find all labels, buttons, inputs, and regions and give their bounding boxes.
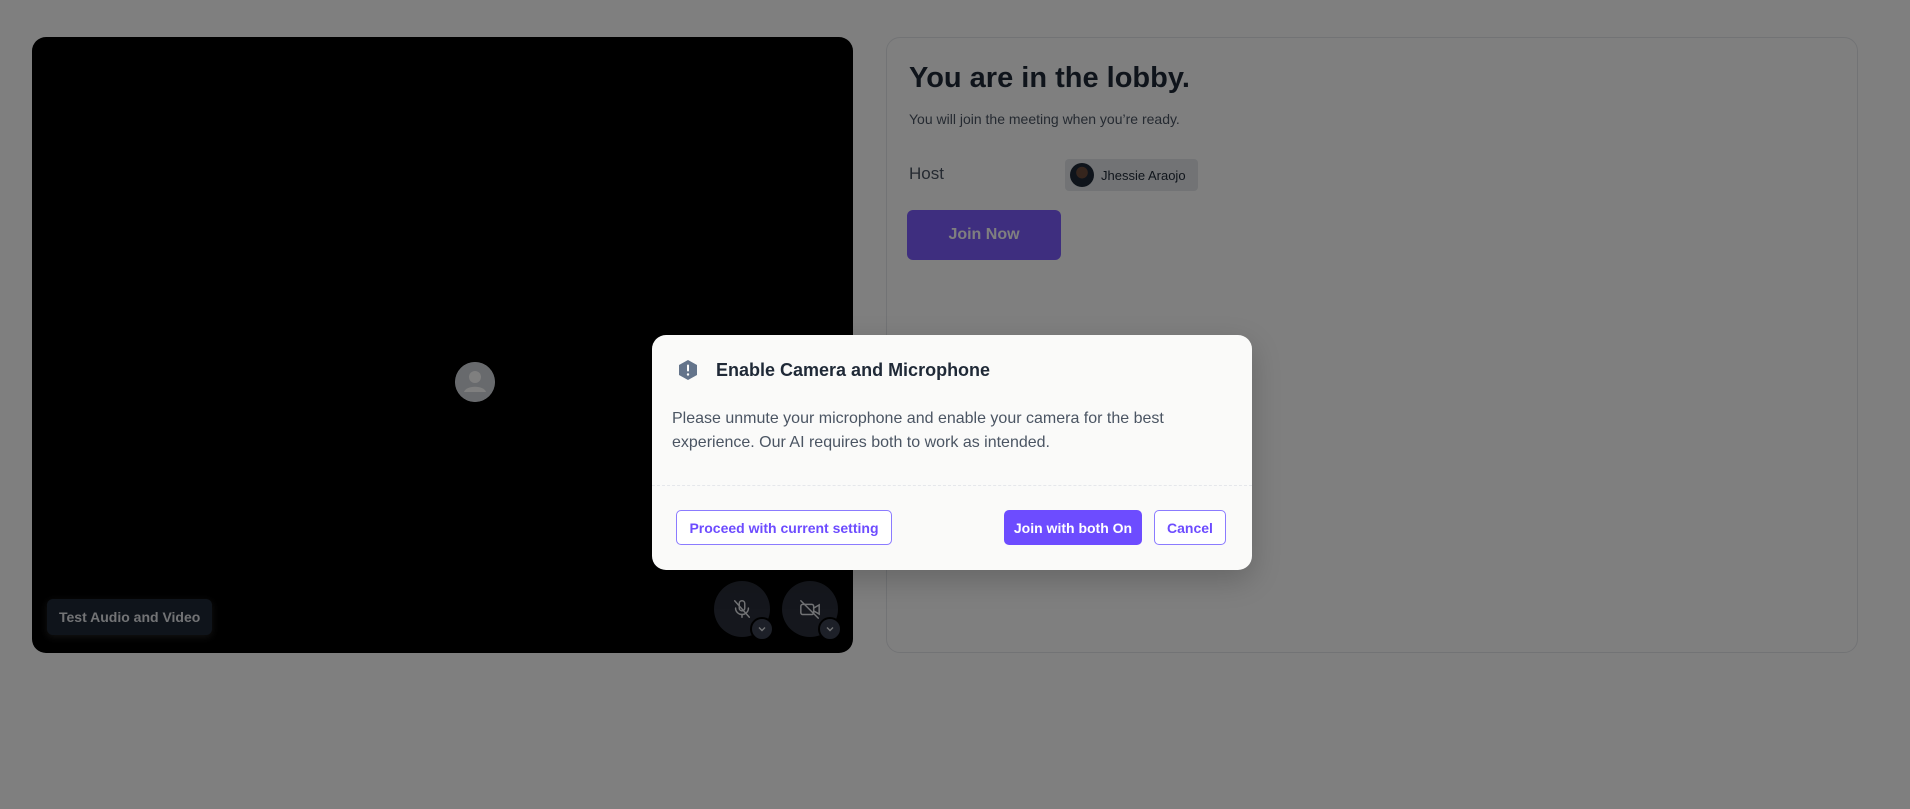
- page: Test Audio and Video: [0, 0, 1910, 809]
- enable-devices-dialog: Enable Camera and Microphone Please unmu…: [652, 335, 1252, 570]
- dialog-title: Enable Camera and Microphone: [716, 360, 991, 380]
- dialog-divider: [652, 485, 1252, 486]
- cancel-button[interactable]: Cancel: [1154, 510, 1226, 545]
- alert-hexagon-icon: [679, 360, 697, 380]
- dialog-message: Please unmute your microphone and enable…: [672, 410, 1164, 451]
- proceed-current-setting-button[interactable]: Proceed with current setting: [676, 510, 892, 545]
- join-with-both-on-button[interactable]: Join with both On: [1004, 510, 1142, 545]
